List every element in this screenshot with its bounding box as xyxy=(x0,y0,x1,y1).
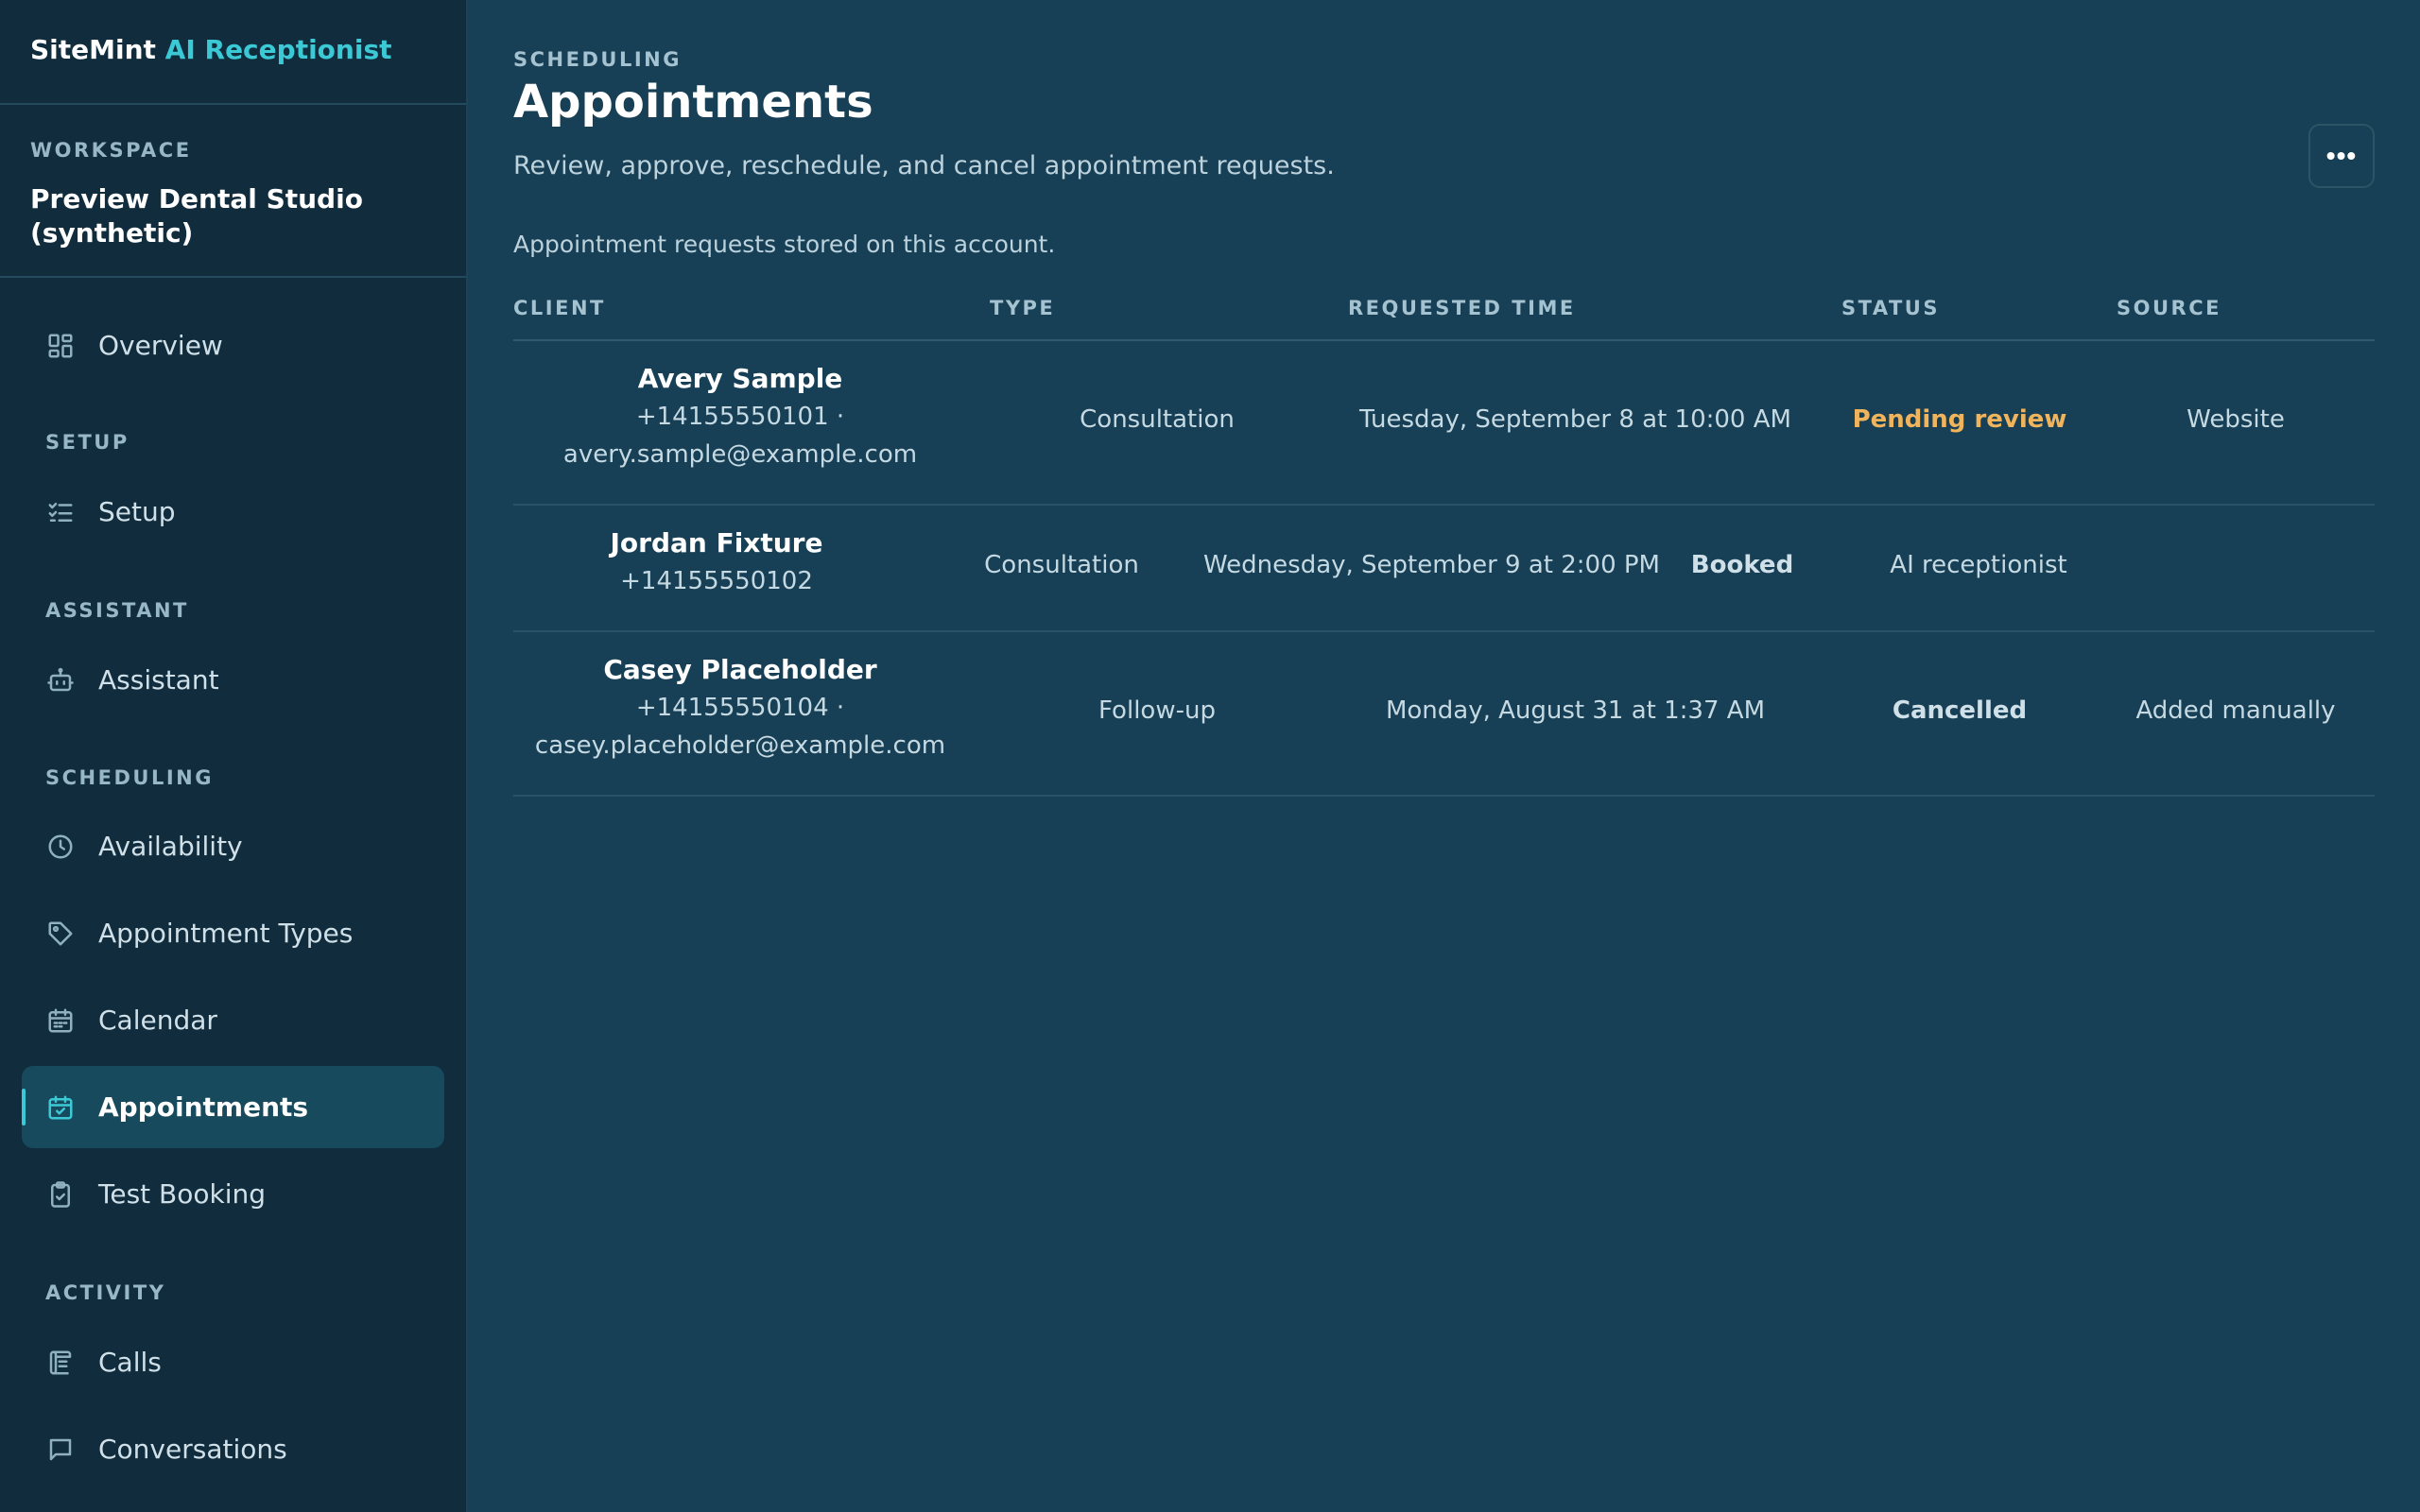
sidebar-item-availability[interactable]: Availability xyxy=(22,805,444,887)
client-name: Jordan Fixture xyxy=(610,527,823,558)
table-row[interactable]: Avery Sample +14155550101 · avery.sample… xyxy=(513,341,2375,506)
appointments-table: CLIENT TYPE REQUESTED TIME STATUS SOURCE… xyxy=(513,284,2375,797)
table-row[interactable]: Casey Placeholder +14155550104 · casey.p… xyxy=(513,632,2375,797)
sidebar-item-label: Setup xyxy=(98,496,176,527)
clock-icon xyxy=(45,832,76,862)
more-actions-button[interactable]: ••• xyxy=(2308,124,2375,188)
sidebar-item-label: Conversations xyxy=(98,1434,287,1465)
type-cell: Consultation xyxy=(984,551,1139,579)
source-cell: Added manually xyxy=(2135,696,2336,725)
sidebar-item-calls[interactable]: Calls xyxy=(22,1321,444,1403)
status-badge: Cancelled xyxy=(1892,696,2028,725)
grid-icon xyxy=(45,331,76,361)
sidebar: SiteMint AI Receptionist WORKSPACE Previ… xyxy=(0,0,468,1512)
nav-section-assistant: ASSISTANT xyxy=(45,599,189,622)
brand-logo[interactable]: SiteMint AI Receptionist xyxy=(0,0,466,105)
column-header-source[interactable]: SOURCE xyxy=(2117,297,2221,319)
tag-icon xyxy=(45,919,76,949)
calendar-check-icon xyxy=(45,1092,76,1123)
source-cell: Website xyxy=(2187,405,2285,434)
type-cell: Consultation xyxy=(1080,405,1235,434)
requested-time-cell: Monday, August 31 at 1:37 AM xyxy=(1385,696,1766,725)
table-caption: Appointment requests stored on this acco… xyxy=(513,231,1056,258)
sidebar-item-label: Availability xyxy=(98,831,243,862)
nav-section-scheduling: SCHEDULING xyxy=(45,766,214,789)
table-header: CLIENT TYPE REQUESTED TIME STATUS SOURCE xyxy=(513,284,2375,341)
message-square-icon xyxy=(45,1435,76,1465)
sidebar-item-label: Assistant xyxy=(98,664,219,696)
sidebar-item-test-booking[interactable]: Test Booking xyxy=(22,1153,444,1235)
scroll-icon xyxy=(45,1348,76,1378)
more-horizontal-icon: ••• xyxy=(2325,141,2358,170)
status-badge: Booked xyxy=(1690,551,1794,579)
sidebar-item-label: Calls xyxy=(98,1347,162,1378)
workspace-panel: WORKSPACE Preview Dental Studio (synthet… xyxy=(0,105,466,278)
sidebar-item-overview[interactable]: Overview xyxy=(22,304,444,387)
page-title: Appointments xyxy=(513,76,873,129)
brand-name: SiteMint xyxy=(30,34,156,65)
workspace-label: WORKSPACE xyxy=(30,139,192,162)
table-row[interactable]: Jordan Fixture +14155550102 Consultation… xyxy=(513,506,2375,632)
sidebar-item-label: Overview xyxy=(98,330,223,361)
client-name: Casey Placeholder xyxy=(603,654,877,685)
client-email: casey.placeholder@example.com xyxy=(534,731,946,760)
sidebar-item-calendar[interactable]: Calendar xyxy=(22,979,444,1061)
clipboard-check-icon xyxy=(45,1179,76,1210)
calendar-icon xyxy=(45,1005,76,1036)
sidebar-item-label: Appointment Types xyxy=(98,918,354,949)
client-contact: +14155550102 xyxy=(620,567,813,595)
client-cell: Avery Sample +14155550101 · avery.sample… xyxy=(513,360,967,473)
column-header-requested-time[interactable]: REQUESTED TIME xyxy=(1348,297,1576,319)
client-email: avery.sample@example.com xyxy=(562,440,918,469)
column-header-status[interactable]: STATUS xyxy=(1841,297,1940,319)
requested-time-cell: Tuesday, September 8 at 10:00 AM xyxy=(1359,405,1791,434)
client-cell: Jordan Fixture +14155550102 xyxy=(513,524,920,600)
sidebar-item-label: Appointments xyxy=(98,1091,309,1123)
sidebar-item-assistant[interactable]: Assistant xyxy=(22,639,444,721)
nav-section-activity: ACTIVITY xyxy=(45,1281,166,1304)
client-contact: +14155550104 · xyxy=(635,694,845,722)
sidebar-item-appointment-types[interactable]: Appointment Types xyxy=(22,892,444,974)
client-cell: Casey Placeholder +14155550104 · casey.p… xyxy=(513,651,967,765)
status-badge: Pending review xyxy=(1852,405,2067,434)
column-header-client[interactable]: CLIENT xyxy=(513,297,606,319)
main-content: SCHEDULING Appointments Review, approve,… xyxy=(468,0,2420,1512)
column-header-type[interactable]: TYPE xyxy=(990,297,1055,319)
client-name: Avery Sample xyxy=(637,363,843,394)
sidebar-item-appointments[interactable]: Appointments xyxy=(22,1066,444,1148)
workspace-name: Preview Dental Studio (synthetic) xyxy=(30,183,363,249)
bot-icon xyxy=(45,665,76,696)
brand-product: AI Receptionist xyxy=(164,34,392,65)
app-shell: SiteMint AI Receptionist WORKSPACE Previ… xyxy=(0,0,2420,1512)
sidebar-item-label: Calendar xyxy=(98,1005,217,1036)
client-contact: +14155550101 · xyxy=(635,403,845,431)
type-cell: Follow-up xyxy=(1098,696,1216,725)
sidebar-item-label: Test Booking xyxy=(98,1178,267,1210)
page-subtitle: Review, approve, reschedule, and cancel … xyxy=(513,151,1335,180)
sidebar-item-setup[interactable]: Setup xyxy=(22,471,444,553)
source-cell: AI receptionist xyxy=(1890,551,2067,579)
nav-section-setup: SETUP xyxy=(45,431,130,454)
requested-time-cell: Wednesday, September 9 at 2:00 PM xyxy=(1203,551,1660,579)
checklist-icon xyxy=(45,497,76,527)
sidebar-item-conversations[interactable]: Conversations xyxy=(22,1408,444,1490)
page-eyebrow: SCHEDULING xyxy=(513,48,682,71)
